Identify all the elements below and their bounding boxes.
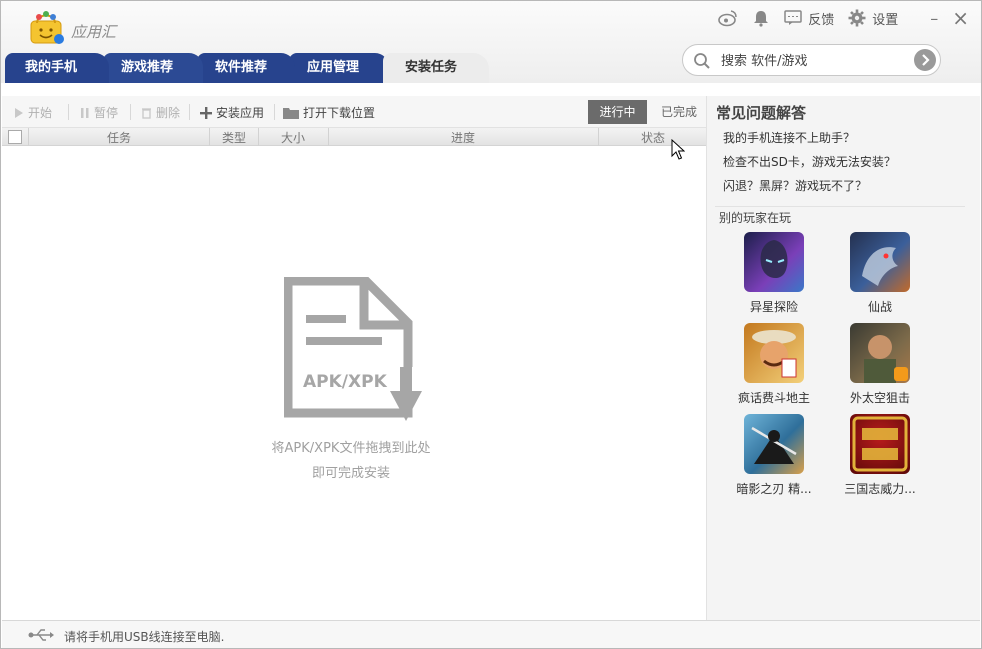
game-name: 三国志威力...: [844, 482, 916, 496]
tab-in-progress[interactable]: 进行中: [588, 100, 647, 124]
tab-game-recommend[interactable]: 游戏推荐: [103, 53, 203, 83]
delete-label: 删除: [156, 106, 181, 120]
game-thumbnail: [850, 323, 910, 383]
apk-drop-icon[interactable]: APK/XPK: [283, 276, 430, 423]
usb-icon: [28, 629, 54, 641]
toolbar-divider: [68, 104, 69, 120]
game-thumbnail: [744, 232, 804, 292]
settings-button[interactable]: 设置: [848, 9, 898, 28]
open-download-folder-button[interactable]: 打开下载位置: [283, 104, 375, 121]
game-thumbnail: [744, 414, 804, 474]
column-header-type[interactable]: 类型: [210, 129, 258, 146]
close-button[interactable]: ×: [952, 6, 969, 30]
tab-software-recommend[interactable]: 软件推荐: [197, 53, 295, 83]
tab-completed[interactable]: 已完成: [656, 100, 702, 124]
plus-icon: [200, 106, 212, 119]
app-window: 应用汇 反馈 设置 – × 我的手机 游戏推荐 软件推荐 应用管理 安装任务 搜…: [0, 0, 982, 649]
apk-xpk-art-label: APK/XPK: [303, 372, 388, 392]
top-icons: 反馈 设置 – ×: [718, 6, 969, 30]
pause-label: 暂停: [94, 106, 119, 120]
main-tabs: 我的手机 游戏推荐 软件推荐 应用管理 安装任务: [5, 53, 489, 83]
delete-button[interactable]: 删除: [141, 104, 180, 121]
weibo-icon[interactable]: [718, 9, 738, 27]
game-item[interactable]: 暗影之刃 精...: [728, 414, 820, 497]
column-header-status[interactable]: 状态: [599, 129, 707, 146]
game-name: 外太空狙击: [849, 391, 910, 405]
feedback-label: 反馈: [808, 12, 835, 28]
drop-hint-line2: 即可完成安装: [311, 466, 390, 481]
search-box: [682, 44, 941, 76]
game-name: 暗影之刃 精...: [736, 482, 812, 496]
toolbar-divider: [189, 104, 190, 120]
search-go-button[interactable]: [914, 49, 936, 71]
game-item[interactable]: 外太空狙击: [834, 323, 926, 406]
trash-icon: [142, 107, 151, 119]
game-thumbnail: [744, 323, 804, 383]
column-header-size[interactable]: 大小: [259, 129, 327, 146]
game-item[interactable]: 三国志威力...: [834, 414, 926, 497]
tab-my-phone[interactable]: 我的手机: [5, 53, 109, 83]
start-button[interactable]: 开始: [14, 104, 52, 121]
others-playing-title: 别的玩家在玩: [719, 211, 792, 225]
select-all-checkbox[interactable]: [8, 130, 22, 144]
start-label: 开始: [28, 106, 53, 120]
game-name: 疯话费斗地主: [737, 391, 810, 405]
install-app-button[interactable]: 安装应用: [200, 104, 264, 121]
game-item[interactable]: 疯话费斗地主: [728, 323, 820, 406]
toolbar-divider: [130, 104, 131, 120]
bell-icon[interactable]: [752, 9, 770, 27]
toolbar-divider: [274, 104, 275, 120]
help-sidebar: 常见问题解答 我的手机连接不上助手？ 检查不出SD卡，游戏无法安装？ 闪退？黑屏…: [706, 96, 980, 620]
status-text: 请将手机用USB线连接至电脑.: [64, 630, 225, 644]
faq-title: 常见问题解答: [716, 104, 807, 122]
game-item[interactable]: 仙战: [834, 232, 926, 315]
app-logo-icon: [29, 11, 65, 45]
faq-link[interactable]: 检查不出SD卡，游戏无法安装？: [723, 153, 896, 170]
sidebar-divider: [715, 206, 965, 207]
mouse-cursor-icon: [671, 139, 685, 160]
game-name: 仙战: [867, 300, 892, 314]
pause-icon: [81, 107, 89, 118]
play-icon: [15, 107, 23, 118]
drop-hint-line1: 将APK/XPK文件拖拽到此处: [271, 441, 431, 456]
tab-install-tasks[interactable]: 安装任务: [383, 53, 489, 83]
game-thumbnail: [850, 232, 910, 292]
install-app-label: 安装应用: [216, 106, 265, 120]
game-item[interactable]: 异星探险: [728, 232, 820, 315]
search-input[interactable]: [721, 51, 911, 71]
folder-icon: [283, 107, 299, 119]
chevron-right-icon: [922, 54, 930, 66]
status-bar: 请将手机用USB线连接至电脑.: [2, 620, 980, 648]
open-download-label: 打开下载位置: [303, 106, 376, 120]
task-toolbar: 开始 暂停 删除 安装应用 打开下载位置 进行中 已完成: [2, 96, 706, 128]
app-title: 应用汇: [71, 23, 117, 41]
faq-link[interactable]: 我的手机连接不上助手？: [723, 129, 855, 146]
feedback-icon: [784, 10, 802, 25]
header: 应用汇 反馈 设置 – × 我的手机 游戏推荐 软件推荐 应用管理 安装任务 搜…: [1, 1, 981, 83]
pause-button[interactable]: 暂停: [80, 104, 118, 121]
gear-icon: [848, 9, 866, 27]
column-header-task[interactable]: 任务: [29, 129, 209, 146]
minimize-button[interactable]: –: [930, 9, 938, 28]
faq-link[interactable]: 闪退？黑屏？游戏玩不了？: [723, 177, 867, 194]
tab-app-manage[interactable]: 应用管理: [289, 53, 389, 83]
search-icon: [694, 53, 710, 69]
feedback-button[interactable]: 反馈: [784, 9, 834, 28]
task-table-header: 任务 类型 大小 进度 状态: [2, 128, 706, 146]
game-thumbnail: [850, 414, 910, 474]
column-header-progress[interactable]: 进度: [329, 129, 597, 146]
game-name: 异星探险: [749, 300, 798, 314]
settings-label: 设置: [872, 12, 899, 28]
